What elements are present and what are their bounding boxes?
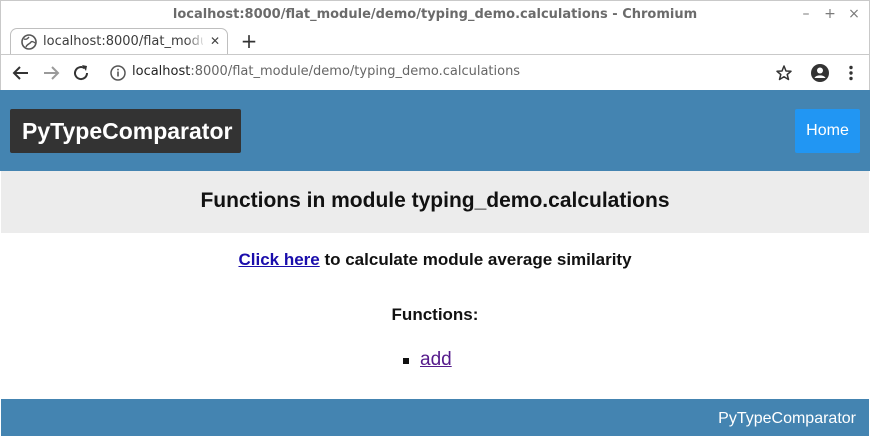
main-content: Click here to calculate module average s… (1, 233, 869, 399)
reload-icon[interactable] (71, 63, 91, 83)
tab-title: localhost:8000/flat_module/demo/typing_d… (43, 34, 203, 49)
globe-icon (21, 34, 37, 50)
page-header: PyTypeComparator Home (0, 90, 870, 171)
calculate-similarity-link[interactable]: Click here (238, 250, 319, 269)
title-band: Functions in module typing_demo.calculat… (1, 171, 869, 233)
account-icon[interactable] (810, 63, 830, 83)
functions-list: add (403, 349, 452, 371)
tab-title-fade (186, 32, 206, 52)
minimize-button[interactable]: – (797, 5, 815, 23)
calculate-similarity-text: to calculate module average similarity (319, 250, 632, 269)
functions-heading: Functions: (391, 305, 479, 324)
browser-toolbar: localhost:8000/flat_module/demo/typing_d… (0, 54, 870, 90)
footer-brand: PyTypeComparator (718, 410, 856, 427)
address-bar[interactable]: localhost:8000/flat_module/demo/typing_d… (132, 64, 520, 79)
close-tab-icon[interactable]: ✕ (207, 33, 223, 49)
new-tab-button[interactable]: + (238, 30, 260, 52)
arrow-right-icon[interactable] (41, 63, 61, 83)
list-item: add (403, 349, 452, 371)
home-button[interactable]: Home (795, 109, 860, 153)
info-icon[interactable] (108, 63, 128, 83)
brand-logo[interactable]: PyTypeComparator (10, 109, 241, 153)
window-titlebar: localhost:8000/flat_module/demo/typing_d… (0, 0, 870, 28)
window-title: localhost:8000/flat_module/demo/typing_d… (172, 7, 698, 22)
page-title: Functions in module typing_demo.calculat… (200, 189, 670, 212)
function-link-add[interactable]: add (420, 349, 452, 370)
tab-strip: localhost:8000/flat_module/demo/typing_d… (0, 28, 870, 54)
calculate-similarity-line: Click here to calculate module average s… (1, 250, 869, 270)
close-window-button[interactable]: × (845, 5, 863, 23)
browser-tab[interactable]: localhost:8000/flat_module/demo/typing_d… (10, 28, 228, 54)
page-footer: PyTypeComparator (1, 399, 869, 436)
kebab-menu-icon[interactable] (841, 63, 861, 83)
address-path: :8000/flat_module/demo/typing_demo.calcu… (190, 64, 521, 79)
star-icon[interactable] (774, 63, 794, 83)
arrow-left-icon[interactable] (11, 63, 31, 83)
maximize-button[interactable]: + (821, 5, 839, 23)
bullet-icon (403, 358, 409, 364)
address-host: localhost (132, 64, 191, 79)
